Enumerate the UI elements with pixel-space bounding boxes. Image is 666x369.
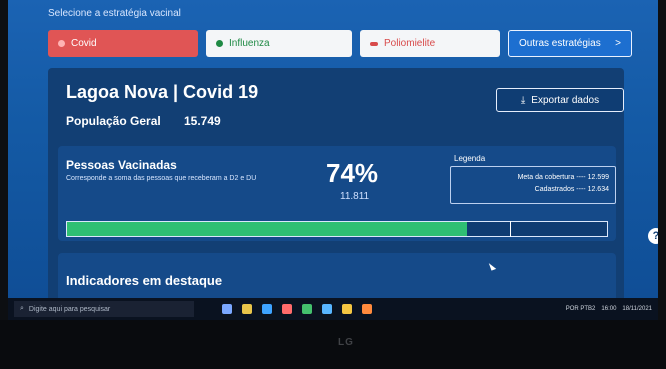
photo-frame: Selecione a estratégia vacinal Covid Inf… — [0, 0, 666, 369]
help-icon[interactable]: ? — [648, 228, 658, 244]
vaccinated-card: Pessoas Vacinadas Corresponde a soma das… — [58, 146, 616, 241]
legend-cadastrados: Cadastrados ---- 12.634 — [534, 186, 609, 193]
app-icon-2[interactable] — [322, 304, 332, 314]
main-panel: Lagoa Nova | Covid 19 População Geral 15… — [48, 68, 624, 312]
monitor-screen: Selecione a estratégia vacinal Covid Inf… — [8, 0, 658, 312]
tab-influenza[interactable]: Influenza — [206, 30, 352, 57]
vaccinated-title: Pessoas Vacinadas — [66, 158, 177, 172]
tab-outras-label: Outras estratégias — [519, 38, 601, 49]
tray-time[interactable]: 16:00 — [601, 306, 616, 312]
tab-covid-label: Covid — [71, 38, 97, 49]
task-view-icon[interactable] — [222, 304, 232, 314]
population-label: População Geral — [66, 114, 161, 128]
tab-covid[interactable]: Covid — [48, 30, 198, 57]
covid-dot-icon — [58, 40, 65, 47]
tray-date[interactable]: 18/11/2021 — [622, 306, 652, 312]
tab-poliomielite[interactable]: Poliomielite — [360, 30, 500, 57]
taskbar-search-placeholder: Digite aqui para pesquisar — [28, 305, 111, 313]
legend-title: Legenda — [454, 154, 486, 163]
taskbar-apps — [222, 304, 372, 314]
file-explorer-icon[interactable] — [242, 304, 252, 314]
legend-meta: Meta da cobertura ---- 12.599 — [517, 174, 609, 181]
page-title: Lagoa Nova | Covid 19 — [66, 82, 259, 102]
taskbar-search[interactable]: ⌕ Digite aqui para pesquisar — [14, 301, 194, 317]
goal-marker — [509, 221, 511, 237]
tray-language[interactable]: POR PTB2 — [566, 306, 596, 312]
vaccinated-description: Corresponde a soma das pessoas que receb… — [66, 175, 257, 182]
windows-taskbar: ⌕ Digite aqui para pesquisar POR PTB2 16… — [8, 298, 658, 320]
influenza-dot-icon — [216, 40, 223, 47]
syringe-icon — [370, 41, 378, 46]
vaccination-progress-bar — [66, 221, 608, 237]
indicators-title: Indicadores em destaque — [66, 273, 223, 288]
vaccinated-count: 11.811 — [340, 191, 370, 202]
tab-outras-estrategias[interactable]: Outras estratégias > — [508, 30, 632, 57]
download-icon: ⤓ — [520, 94, 526, 106]
app-icon-3[interactable] — [362, 304, 372, 314]
store-icon[interactable] — [282, 304, 292, 314]
search-icon: ⌕ — [20, 305, 24, 312]
app-icon[interactable] — [302, 304, 312, 314]
legend-box: Meta da cobertura ---- 12.599 Cadastrado… — [450, 166, 616, 204]
progress-fill — [67, 222, 467, 236]
strategy-label: Selecione a estratégia vacinal — [48, 8, 181, 19]
monitor-brand-logo: LG — [338, 337, 354, 348]
vaccinated-percent: 74% — [326, 158, 379, 188]
monitor-bezel — [0, 320, 666, 369]
system-tray: POR PTB2 16:00 18/11/2021 — [566, 306, 652, 312]
strategy-tabs: Covid Influenza Poliomielite Outras estr… — [48, 30, 632, 57]
export-label: Exportar dados — [531, 94, 600, 106]
chrome-icon[interactable] — [342, 304, 352, 314]
export-button[interactable]: ⤓ Exportar dados — [496, 88, 624, 112]
population-value: 15.749 — [184, 114, 221, 128]
chevron-right-icon: > — [615, 38, 621, 49]
tab-influenza-label: Influenza — [229, 38, 270, 49]
tab-poliomielite-label: Poliomielite — [384, 38, 436, 49]
edge-icon[interactable] — [262, 304, 272, 314]
